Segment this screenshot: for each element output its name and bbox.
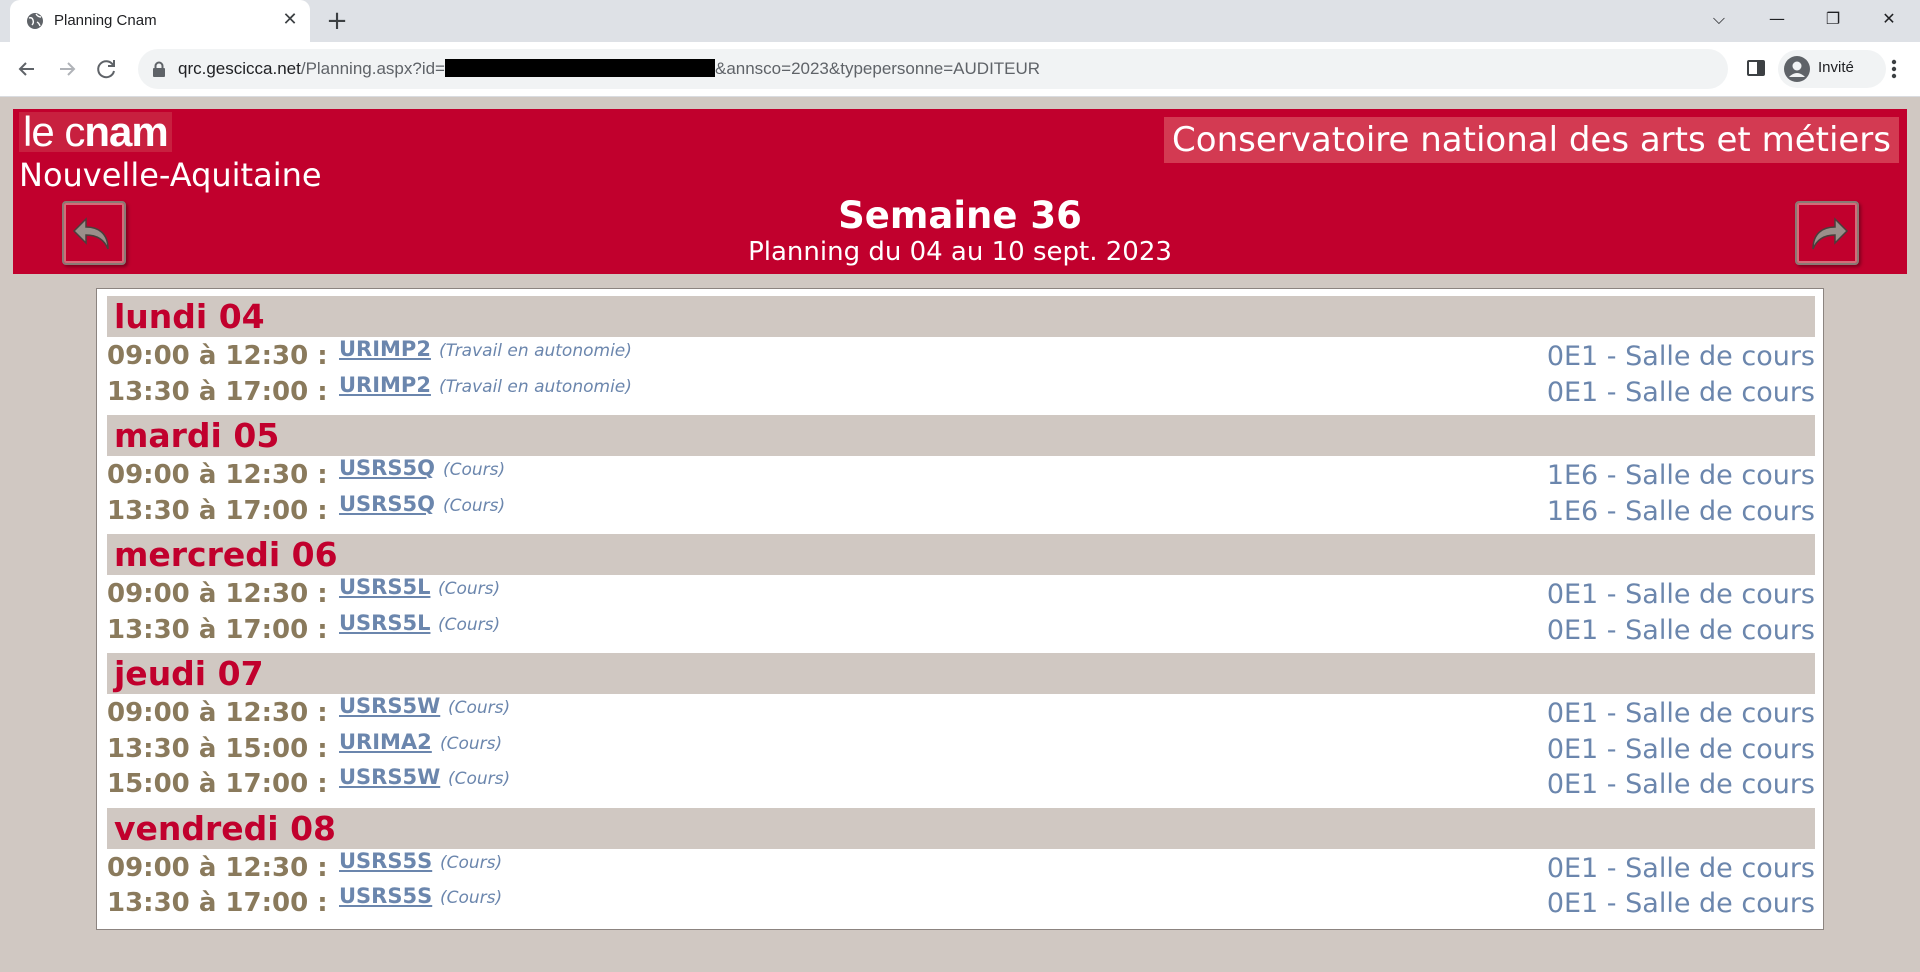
course-code-link[interactable]: USRS5W (339, 765, 440, 789)
period-subtitle: Planning du 04 au 10 sept. 2023 (748, 237, 1172, 267)
course-code-link[interactable]: URIMP2 (339, 373, 431, 397)
kebab-menu-icon[interactable] (1882, 56, 1906, 82)
session-row: 13:30 à 17:00 : USRS5S (Cours) 0E1 - Salle … (107, 884, 1815, 920)
room-label: 0E1 - Salle de cours (1546, 614, 1815, 646)
logo-bold-text: nam (84, 108, 168, 155)
session-time: 09:00 à 12:30 : (107, 852, 328, 883)
planning-header: le cnam Nouvelle-Aquitaine Conservatoire… (13, 109, 1907, 274)
room-label: 0E1 - Salle de cours (1546, 579, 1815, 610)
session-type: (Travail en autonomie) (439, 341, 632, 361)
session-time: 09:00 à 12:30 : (107, 341, 328, 371)
schedule-panel: lundi 04 09:00 à 12:30 : URIMP2 (Travail en… (96, 288, 1824, 930)
redacted-block (444, 59, 715, 77)
new-tab-button[interactable]: + (322, 6, 352, 36)
session-row: 09:00 à 12:30 : URIMP2 (Travail en autonom… (107, 337, 1815, 373)
close-window-button[interactable]: ✕ (1862, 0, 1916, 42)
course-code-link[interactable]: USRS5L (339, 611, 430, 635)
course-code-link[interactable]: USRS5Q (339, 492, 435, 516)
url-query: &annsco=2023&typepersonne=AUDITEUR (714, 59, 1041, 78)
profile-button[interactable]: Invité (1778, 50, 1886, 88)
day-header: jeudi 07 (107, 653, 1815, 694)
session-row: 15:00 à 17:00 : USRS5W (Cours) 0E1 - Salle … (107, 765, 1815, 801)
url-path: /Planning.aspx?id= (300, 59, 445, 78)
browser-toolbar: qrc.gescicca.net/Planning.aspx?id= &annsc… (0, 42, 1920, 97)
lock-icon[interactable] (152, 61, 166, 77)
reload-icon[interactable] (92, 54, 122, 84)
room-label: 0E1 - Salle de cours (1546, 852, 1815, 884)
browser-tab[interactable]: Planning Cnam ✕ (10, 0, 310, 42)
avatar-icon (1784, 56, 1810, 82)
room-label: 0E1 - Salle de cours (1546, 733, 1815, 765)
session-type: (Cours) (443, 495, 506, 516)
course-code-link[interactable]: URIMP2 (339, 337, 431, 361)
profile-label: Invité (1818, 59, 1854, 76)
course-code-link[interactable]: USRS5L (339, 575, 430, 599)
globe-icon (27, 13, 43, 29)
back-arrow-icon[interactable] (12, 54, 42, 84)
day-header: mardi 05 (107, 415, 1815, 456)
session-row: 09:00 à 12:30 : USRS5W (Cours) 0E1 - Salle … (107, 694, 1815, 730)
logo-thin-text: le c (23, 108, 85, 155)
cnam-logo: le cnam (19, 111, 172, 153)
next-week-button[interactable] (1795, 201, 1859, 265)
session-row: 09:00 à 12:30 : USRS5S (Cours) 0E1 - Salle … (107, 849, 1815, 885)
maximize-button[interactable]: ❐ (1806, 0, 1860, 42)
close-tab-icon[interactable]: ✕ (278, 8, 302, 32)
course-code-link[interactable]: USRS5S (339, 849, 432, 873)
day-header: mercredi 06 (107, 534, 1815, 575)
url-text: qrc.gescicca.net/Planning.aspx?id= &annsc… (178, 59, 1040, 79)
tab-title: Planning Cnam (54, 12, 157, 29)
tab-strip: Planning Cnam ✕ + ⌵ — ❐ ✕ (0, 0, 1920, 42)
room-label: 1E6 - Salle de cours (1546, 495, 1815, 527)
minimize-button[interactable]: — (1750, 0, 1804, 42)
institution-banner: Conservatoire national des arts et métie… (1164, 117, 1899, 163)
url-host: qrc.gescicca.net (178, 59, 301, 78)
back-curved-arrow-icon (72, 217, 109, 250)
room-label: 1E6 - Salle de cours (1546, 460, 1815, 491)
room-label: 0E1 - Salle de cours (1546, 341, 1815, 372)
session-time: 13:30 à 15:00 : (107, 733, 328, 764)
session-type: (Cours) (448, 698, 511, 718)
session-type: (Cours) (443, 460, 506, 480)
session-time: 13:30 à 17:00 : (107, 614, 328, 645)
course-code-link[interactable]: USRS5W (339, 694, 440, 718)
session-type: (Cours) (448, 769, 511, 789)
side-panel-icon[interactable] (1746, 58, 1766, 78)
day-header: vendredi 08 (107, 807, 1815, 849)
session-type: (Cours) (438, 579, 501, 599)
course-code-link[interactable]: URIMA2 (339, 730, 432, 754)
session-row: 13:30 à 15:00 : URIMA2 (Cours) 0E1 - Salle … (107, 730, 1815, 766)
week-title: Semaine 36 (838, 194, 1082, 237)
session-time: 13:30 à 17:00 : (107, 495, 328, 526)
session-type: (Cours) (440, 888, 503, 908)
room-label: 0E1 - Salle de cours (1546, 698, 1815, 729)
session-time: 13:30 à 17:00 : (107, 888, 328, 918)
session-row: 13:30 à 17:00 : USRS5Q (Cours) 1E6 - Salle … (107, 492, 1815, 528)
day-header: lundi 04 (107, 296, 1815, 337)
forward-arrow-icon[interactable] (52, 54, 82, 84)
session-time: 09:00 à 12:30 : (107, 460, 328, 490)
region-title: Nouvelle-Aquitaine (19, 156, 322, 194)
course-code-link[interactable]: USRS5Q (339, 456, 435, 480)
session-row: 13:30 à 17:00 : URIMP2 (Travail en autonom… (107, 373, 1815, 409)
room-label: 0E1 - Salle de cours (1546, 769, 1815, 800)
forward-curved-arrow-icon (1812, 217, 1849, 250)
session-type: (Cours) (440, 852, 503, 873)
course-code-link[interactable]: USRS5S (339, 884, 432, 908)
session-row: 13:30 à 17:00 : USRS5L (Cours) 0E1 - Salle … (107, 611, 1815, 647)
session-time: 09:00 à 12:30 : (107, 698, 328, 728)
address-bar[interactable]: qrc.gescicca.net/Planning.aspx?id= &annsc… (138, 49, 1728, 89)
session-time: 13:30 à 17:00 : (107, 376, 328, 407)
session-time: 15:00 à 17:00 : (107, 769, 328, 799)
session-time: 09:00 à 12:30 : (107, 579, 328, 609)
room-label: 0E1 - Salle de cours (1546, 888, 1815, 919)
room-label: 0E1 - Salle de cours (1546, 376, 1815, 408)
previous-week-button[interactable] (62, 201, 126, 265)
session-type: (Cours) (438, 614, 501, 635)
session-row: 09:00 à 12:30 : USRS5L (Cours) 0E1 - Salle … (107, 575, 1815, 611)
tab-search-chevron-icon[interactable]: ⌵ (1692, 0, 1746, 42)
session-row: 09:00 à 12:30 : USRS5Q (Cours) 1E6 - Salle … (107, 456, 1815, 492)
session-type: (Cours) (440, 733, 503, 754)
session-type: (Travail en autonomie) (439, 376, 632, 397)
